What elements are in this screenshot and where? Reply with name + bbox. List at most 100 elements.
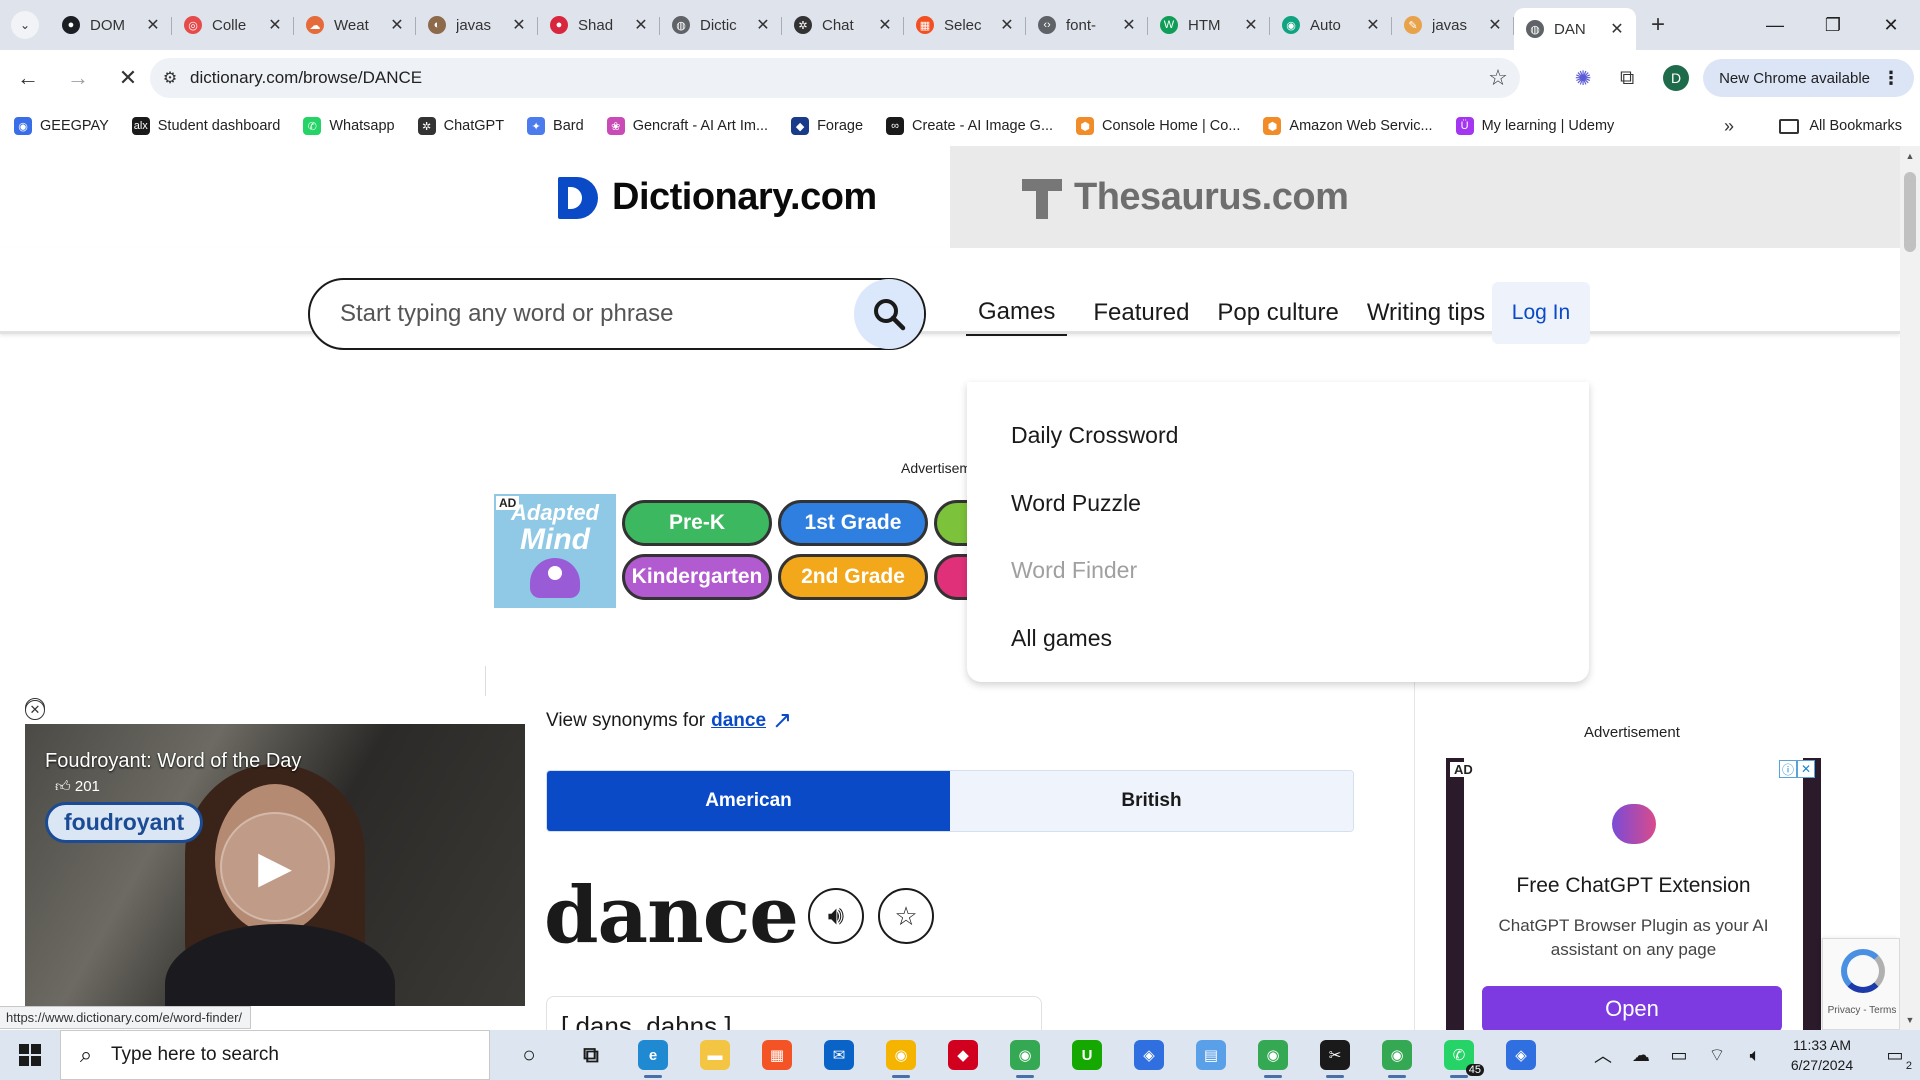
bookmark-item[interactable]: ∞ Create - AI Image G...: [886, 117, 1053, 135]
browser-tab[interactable]: ● DOM ✕: [50, 7, 172, 43]
ad-pill-prek[interactable]: Pre-K: [622, 500, 772, 546]
tab-close-icon[interactable]: ✕: [876, 15, 894, 35]
tab-close-icon[interactable]: ✕: [632, 15, 650, 35]
bookmark-item[interactable]: alx Student dashboard: [131, 117, 280, 135]
back-button[interactable]: ←: [6, 56, 50, 100]
menu-item-word-finder[interactable]: Word Finder: [1011, 557, 1137, 584]
address-bar[interactable]: ⚙ dictionary.com/browse/DANCE ☆: [150, 58, 1520, 98]
browser-tab[interactable]: ◍ DAN ✕: [1514, 8, 1636, 50]
taskbar-app-task-view[interactable]: ⧉: [560, 1030, 622, 1080]
tab-close-icon[interactable]: ✕: [1120, 15, 1138, 35]
onedrive-icon[interactable]: ☁: [1622, 1045, 1660, 1066]
bookmark-item[interactable]: ⬢ Amazon Web Servic...: [1263, 117, 1433, 135]
taskbar-app-file-explorer[interactable]: ▬: [684, 1030, 746, 1080]
page-scrollbar[interactable]: ▲ ▼: [1900, 146, 1920, 1030]
pronounce-button[interactable]: 🔊︎: [808, 888, 864, 944]
taskbar-app-mail[interactable]: ✉: [808, 1030, 870, 1080]
close-icon[interactable]: ✕: [1797, 760, 1815, 778]
nav-writing-tips[interactable]: Writing tips: [1353, 291, 1499, 335]
browser-tab[interactable]: ◎ Colle ✕: [172, 7, 294, 43]
ad-choices[interactable]: ⓘ ✕: [1779, 760, 1815, 778]
menu-item-all-games[interactable]: All games: [1011, 625, 1112, 652]
recaptcha-badge[interactable]: Privacy - Terms: [1822, 938, 1900, 1030]
dialect-british[interactable]: British: [950, 771, 1353, 831]
restore-button[interactable]: ❐: [1804, 0, 1862, 50]
nav-games[interactable]: Games: [966, 290, 1068, 336]
ad-banner-top[interactable]: AD Adapted Mind Pre-K 1st Grade Kinderga…: [494, 494, 974, 608]
profile-avatar[interactable]: D: [1663, 65, 1690, 91]
new-chrome-available-button[interactable]: New Chrome available ⋮: [1703, 59, 1914, 97]
info-icon[interactable]: ⓘ: [1779, 760, 1797, 778]
tab-close-icon[interactable]: ✕: [144, 15, 162, 35]
url-text[interactable]: dictionary.com/browse/DANCE: [190, 68, 1476, 88]
taskbar-app-store[interactable]: ▦: [746, 1030, 808, 1080]
taskbar-app-upwork[interactable]: U: [1056, 1030, 1118, 1080]
close-window-button[interactable]: ✕: [1862, 0, 1920, 50]
bookmark-item[interactable]: ❀ Gencraft - AI Art Im...: [606, 117, 768, 135]
nav-pop-culture[interactable]: Pop culture: [1203, 291, 1352, 335]
tab-close-icon[interactable]: ✕: [754, 15, 772, 35]
dialect-american[interactable]: American: [547, 771, 950, 831]
scroll-down-arrow-icon[interactable]: ▼: [1900, 1010, 1920, 1030]
tab-close-icon[interactable]: ✕: [1486, 15, 1504, 35]
browser-tab[interactable]: ✎ javas ✕: [1392, 7, 1514, 43]
extension-icon[interactable]: ✺: [1561, 66, 1605, 91]
bookmark-item[interactable]: ◆ Forage: [791, 117, 863, 135]
clock[interactable]: 11:33 AM 6/27/2024: [1774, 1035, 1870, 1075]
word-search-input[interactable]: [340, 300, 854, 328]
thesaurus-tab[interactable]: Thesaurus.com: [950, 146, 1900, 248]
all-bookmarks-button[interactable]: All Bookmarks: [1779, 118, 1902, 134]
volume-icon[interactable]: 🔈︎: [1736, 1045, 1774, 1066]
search-button[interactable]: [854, 279, 924, 349]
ad-pill-1st-grade[interactable]: 1st Grade: [778, 500, 928, 546]
browser-tab[interactable]: ‹› font- ✕: [1026, 7, 1148, 43]
recaptcha-text[interactable]: Privacy - Terms: [1823, 1005, 1900, 1016]
browser-tab[interactable]: W HTM ✕: [1148, 7, 1270, 43]
bookmarks-overflow-button[interactable]: »: [1724, 116, 1734, 137]
extensions-puzzle-icon[interactable]: ⧉: [1605, 67, 1649, 90]
taskbar-app-chrome[interactable]: ◉: [994, 1030, 1056, 1080]
taskbar-app-chrome-profile[interactable]: ◉: [1242, 1030, 1304, 1080]
notification-center-button[interactable]: ▭ 2: [1870, 1045, 1920, 1072]
chevron-up-icon[interactable]: ︿: [1584, 1042, 1622, 1068]
bookmark-item[interactable]: ⬢ Console Home | Co...: [1076, 117, 1240, 135]
ad-pill-kindergarten[interactable]: Kindergarten: [622, 554, 772, 600]
external-arrow-icon[interactable]: ↗: [772, 706, 792, 735]
nav-featured[interactable]: Featured: [1079, 291, 1203, 335]
tab-search-button[interactable]: ⌄: [0, 0, 50, 50]
taskbar-app-git[interactable]: ◈: [1118, 1030, 1180, 1080]
tab-close-icon[interactable]: ✕: [510, 15, 528, 35]
taskbar-app-whatsapp[interactable]: ✆ 45: [1428, 1030, 1490, 1080]
play-button[interactable]: ▶: [220, 812, 330, 922]
ad-right[interactable]: Free ChatGPT Extension ChatGPT Browser P…: [1446, 758, 1821, 1030]
bookmark-item[interactable]: Ü My learning | Udemy: [1455, 117, 1614, 135]
bookmark-item[interactable]: ✲ ChatGPT: [417, 117, 504, 135]
favorite-button[interactable]: ☆: [878, 888, 934, 944]
tab-close-icon[interactable]: ✕: [1608, 19, 1626, 39]
minimize-button[interactable]: —: [1746, 0, 1804, 50]
battery-icon[interactable]: ▭: [1660, 1045, 1698, 1066]
taskbar-app-edge[interactable]: e: [622, 1030, 684, 1080]
taskbar-app-chrome-active[interactable]: ◉: [1366, 1030, 1428, 1080]
taskbar-search[interactable]: ⌕ Type here to search: [60, 1030, 490, 1080]
tab-close-icon[interactable]: ✕: [266, 15, 284, 35]
browser-tab[interactable]: ◐ javas ✕: [416, 7, 538, 43]
dictionary-logo[interactable]: Dictionary.com: [558, 176, 877, 219]
synonyms-link[interactable]: dance: [711, 710, 766, 732]
bookmark-item[interactable]: ✦ Bard: [527, 117, 584, 135]
scroll-up-arrow-icon[interactable]: ▲: [1900, 146, 1920, 166]
bookmark-star-icon[interactable]: ☆: [1476, 65, 1520, 91]
browser-tab[interactable]: ● Shad ✕: [538, 7, 660, 43]
browser-tab[interactable]: ☁ Weat ✕: [294, 7, 416, 43]
scroll-thumb[interactable]: [1904, 172, 1916, 252]
bookmark-item[interactable]: ✆ Whatsapp: [303, 117, 395, 135]
browser-tab[interactable]: ◉ Auto ✕: [1270, 7, 1392, 43]
tab-close-icon[interactable]: ✕: [388, 15, 406, 35]
tab-close-icon[interactable]: ✕: [1242, 15, 1260, 35]
taskbar-app-cortana[interactable]: ○: [498, 1030, 560, 1080]
menu-item-daily-crossword[interactable]: Daily Crossword: [1011, 422, 1178, 449]
tab-close-icon[interactable]: ✕: [998, 15, 1016, 35]
login-button[interactable]: Log In: [1492, 282, 1590, 344]
new-tab-button[interactable]: +: [1640, 0, 1676, 50]
wifi-icon[interactable]: ⌔: [1698, 1044, 1736, 1067]
